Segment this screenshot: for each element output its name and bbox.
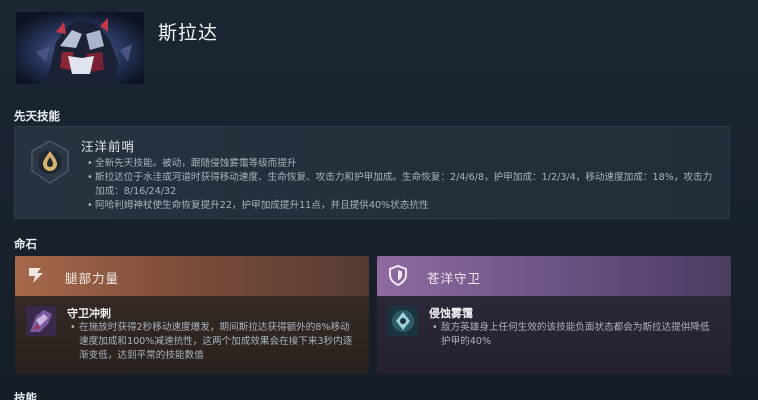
speed-lines-icon [25,264,47,286]
innate-description-list: 全新先天技能。被动，跟随侵蚀雾霭等级而提升 斯拉达位于水洼或河道时获得移动速度、… [87,157,717,213]
shield-icon [387,264,409,287]
facet-description-bullet: 敌方英雄身上任何生效的该技能负面状态都会为斯拉达提供降低护甲的40% [429,321,719,349]
innate-ability-panel[interactable]: 汪洋前哨 全新先天技能。被动，跟随侵蚀雾霭等级而提升 斯拉达位于水洼或河道时获得… [14,126,730,219]
abilities-section-title: 技能 [14,391,37,400]
innate-bullet: 斯拉达位于水洼或河道时获得移动速度、生命恢复、攻击力和护甲加成。生命恢复：2/4… [87,171,717,199]
facet-ability-description: 在施放时获得2秒移动速度爆发，期间斯拉达获得额外的8%移动速度加成和100%减速… [67,321,357,363]
slardar-portrait-image [16,12,144,84]
hero-portrait [16,12,144,84]
facet-description-bullet: 在施放时获得2秒移动速度爆发，期间斯拉达获得额外的8%移动速度加成和100%减速… [67,321,357,363]
facet-name: 苍洋守卫 [427,271,482,286]
facet-name: 腿部力量 [65,271,120,286]
facet-ability-description: 敌方英雄身上任何生效的该技能负面状态都会为斯拉达提供降低护甲的40% [429,321,719,349]
innate-section-title: 先天技能 [14,109,60,123]
corrosive-haze-icon [388,306,418,336]
facets-section-title: 命石 [14,237,37,251]
facet-card-left[interactable]: 腿部力量 守卫冲刺 在施放时获得2秒移动速度爆发，期间斯拉达获得额外的8%移动速… [15,256,369,374]
facet-card-right[interactable]: 苍洋守卫 侵蚀雾霭 敌方英雄身上任何生效的该技能负面状态都会为斯拉达提供降低护甲… [377,256,731,374]
hero-name: 斯拉达 [158,22,219,44]
facet-header: 苍洋守卫 [377,256,731,296]
facet-header: 腿部力量 [15,256,369,296]
innate-ability-name: 汪洋前哨 [81,139,136,154]
water-drop-shield-icon [27,139,73,185]
innate-bullet: 全新先天技能。被动，跟随侵蚀雾霭等级而提升 [87,157,717,171]
innate-bullet: 阿哈利姆神杖使生命恢复提升22，护甲加成提升11点，并且提供40%状态抗性 [87,199,717,213]
facet-ability-name: 侵蚀雾霭 [429,307,473,320]
facet-ability-name: 守卫冲刺 [67,307,111,320]
guardian-sprint-icon [26,306,56,336]
